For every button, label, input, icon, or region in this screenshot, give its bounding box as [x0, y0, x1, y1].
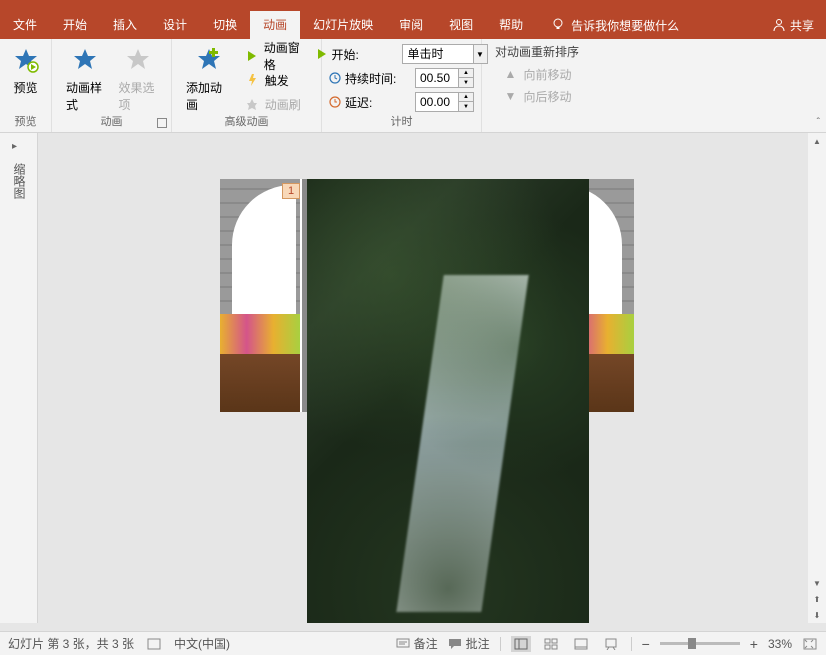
- language-indicator[interactable]: 中文(中国): [174, 635, 230, 652]
- move-earlier-button: ▲向前移动: [498, 63, 575, 85]
- preview-label: 预览: [13, 79, 37, 96]
- star-grey-icon: [122, 45, 154, 77]
- star-icon: [69, 45, 101, 77]
- next-slide-icon[interactable]: ⬇: [809, 607, 825, 623]
- animation-dialog-launcher[interactable]: [157, 118, 167, 128]
- delay-icon: [329, 96, 341, 108]
- group-timing-title: 计时: [322, 113, 481, 129]
- group-preview-title: 预览: [0, 113, 51, 129]
- start-combo[interactable]: 单击时▼: [402, 44, 488, 64]
- prev-slide-icon[interactable]: ⬆: [809, 591, 825, 607]
- lightbulb-icon: [551, 18, 565, 32]
- tab-home[interactable]: 开始: [50, 11, 100, 39]
- delay-input[interactable]: [416, 95, 458, 109]
- trigger-button[interactable]: 触发: [240, 69, 313, 91]
- person-icon: [772, 18, 786, 32]
- add-animation-label: 添加动画: [186, 79, 232, 113]
- duration-input[interactable]: [416, 71, 458, 85]
- spin-down[interactable]: ▼: [459, 78, 473, 87]
- group-animation-title: 动画: [52, 113, 171, 129]
- waterfall-image[interactable]: [307, 179, 589, 623]
- scroll-down-icon[interactable]: ▼: [809, 575, 825, 591]
- panel-label: 缩略图: [11, 163, 28, 199]
- tab-transitions[interactable]: 切换: [200, 11, 250, 39]
- spellcheck-icon[interactable]: [146, 637, 162, 651]
- tab-insert[interactable]: 插入: [100, 11, 150, 39]
- ribbon-tabs: 文件 开始 插入 设计 切换 动画 幻灯片放映 审阅 视图 帮助 告诉我你想要做…: [0, 11, 826, 39]
- tell-me[interactable]: 告诉我你想要做什么: [551, 17, 679, 34]
- clock-icon: [329, 72, 341, 84]
- tell-me-label: 告诉我你想要做什么: [571, 17, 679, 34]
- reorder-title: 对动画重新排序: [495, 43, 579, 63]
- scroll-up-icon[interactable]: ▲: [809, 133, 825, 149]
- arrow-down-icon: ▼: [502, 88, 518, 104]
- animation-styles-button[interactable]: 动画样式: [60, 43, 111, 115]
- tab-slideshow[interactable]: 幻灯片放映: [300, 11, 386, 39]
- zoom-slider[interactable]: [660, 642, 740, 645]
- trigger-icon: [244, 72, 260, 88]
- slideshow-view-button[interactable]: [601, 636, 621, 652]
- zoom-in-button[interactable]: +: [750, 636, 758, 652]
- pane-icon: [244, 48, 259, 64]
- animation-styles-label: 动画样式: [66, 79, 105, 113]
- tab-review[interactable]: 审阅: [386, 11, 436, 39]
- workspace: ▸ 缩略图 1 ▲ ▼ ⬆ ⬇: [0, 133, 826, 623]
- arrow-up-icon: ▲: [502, 66, 518, 82]
- vertical-scrollbar[interactable]: ▲ ▼ ⬆ ⬇: [808, 133, 826, 623]
- painter-icon: [244, 96, 260, 112]
- zoom-level[interactable]: 33%: [768, 637, 792, 651]
- effect-options-label: 效果选项: [119, 79, 158, 113]
- zoom-out-button[interactable]: −: [642, 636, 650, 652]
- spin-up[interactable]: ▲: [459, 69, 473, 78]
- shutter-left: [220, 179, 302, 412]
- collapse-ribbon-button[interactable]: ˆ: [817, 117, 820, 128]
- tab-design[interactable]: 设计: [150, 11, 200, 39]
- animation-painter-button: 动画刷: [240, 93, 313, 115]
- animation-pane-button[interactable]: 动画窗格: [240, 45, 313, 67]
- ribbon: 预览 预览 动画样式 效果选项 动画 添加动画 动画窗格 触发: [0, 39, 826, 133]
- group-advanced-title: 高级动画: [172, 113, 321, 129]
- share-button[interactable]: 共享: [772, 17, 814, 34]
- normal-view-button[interactable]: [511, 636, 531, 652]
- effect-options-button[interactable]: 效果选项: [113, 43, 164, 115]
- play-icon: [316, 48, 328, 60]
- tab-animations[interactable]: 动画: [250, 11, 300, 39]
- tab-file[interactable]: 文件: [0, 11, 50, 39]
- thumbnail-panel: ▸ 缩略图: [0, 133, 38, 623]
- notes-button[interactable]: 备注: [396, 635, 438, 652]
- preview-icon: [10, 45, 42, 77]
- share-label: 共享: [790, 17, 814, 34]
- start-label: 开始:: [332, 46, 359, 63]
- panel-toggle[interactable]: ▸: [12, 141, 17, 152]
- slide-canvas[interactable]: 1 ▲ ▼ ⬆ ⬇: [38, 133, 826, 623]
- move-later-button: ▼向后移动: [498, 85, 575, 107]
- slide-counter: 幻灯片 第 3 张，共 3 张: [8, 635, 134, 652]
- preview-button[interactable]: 预览: [4, 43, 48, 98]
- reading-view-button[interactable]: [571, 636, 591, 652]
- status-bar: 幻灯片 第 3 张，共 3 张 中文(中国) 备注 批注 − + 33%: [0, 631, 826, 655]
- star-plus-icon: [193, 45, 225, 77]
- delay-spinner[interactable]: ▲▼: [415, 92, 474, 112]
- duration-label: 持续时间:: [345, 70, 396, 87]
- notes-icon: [396, 638, 410, 650]
- comments-button[interactable]: 批注: [448, 635, 490, 652]
- spin-down[interactable]: ▼: [459, 102, 473, 111]
- animation-tag[interactable]: 1: [282, 183, 300, 199]
- duration-spinner[interactable]: ▲▼: [415, 68, 474, 88]
- sorter-view-button[interactable]: [541, 636, 561, 652]
- tab-view[interactable]: 视图: [436, 11, 486, 39]
- delay-label: 延迟:: [345, 94, 372, 111]
- tab-help[interactable]: 帮助: [486, 11, 536, 39]
- spin-up[interactable]: ▲: [459, 93, 473, 102]
- comment-icon: [448, 638, 462, 650]
- add-animation-button[interactable]: 添加动画: [180, 43, 238, 115]
- fit-window-icon[interactable]: [802, 637, 818, 651]
